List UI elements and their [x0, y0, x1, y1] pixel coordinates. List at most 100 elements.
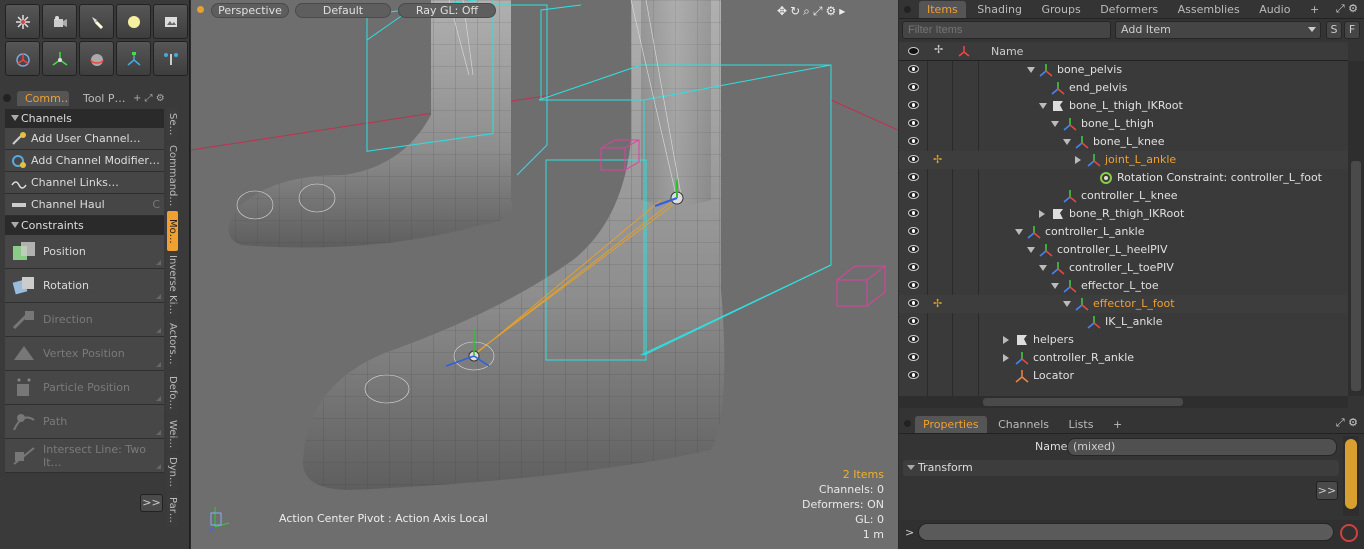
visibility-eye-icon[interactable]	[908, 263, 919, 271]
lock-pin-icon[interactable]: ✢	[933, 295, 942, 313]
record-icon[interactable]	[1340, 524, 1358, 542]
render-tool-button[interactable]	[153, 4, 188, 39]
item-row[interactable]: IK_L_ankle	[899, 313, 1348, 331]
add-props-tab-icon[interactable]: +	[1105, 416, 1130, 433]
visibility-eye-icon[interactable]	[908, 299, 919, 307]
view-type-dropdown[interactable]: Perspective	[211, 3, 289, 18]
tab-tool-properties[interactable]: Tool P…	[75, 91, 127, 106]
vtab-actors[interactable]: Actors…	[167, 319, 178, 369]
visibility-eye-icon[interactable]	[908, 155, 919, 163]
visibility-eye-icon[interactable]	[908, 191, 919, 199]
transform-section-header[interactable]: Transform	[903, 460, 1339, 476]
expand-arrow-icon[interactable]	[1003, 336, 1013, 344]
orbit-icon[interactable]: ↻	[790, 4, 803, 18]
props-window-controls-icon[interactable]: ⤢ ⚙	[1336, 416, 1358, 430]
lock-pin-icon[interactable]: ✢	[933, 151, 942, 169]
sun-tool-button[interactable]	[116, 4, 151, 39]
tab-deformers[interactable]: Deformers	[1092, 1, 1166, 18]
visibility-eye-icon[interactable]	[908, 83, 919, 91]
panel-controls-icon[interactable]: + ⤢ ⚙	[133, 93, 165, 104]
visibility-eye-icon[interactable]	[908, 317, 919, 325]
f-button[interactable]: F	[1344, 21, 1360, 39]
select-tool-button[interactable]	[5, 4, 40, 39]
collapse-arrow-icon[interactable]	[1027, 67, 1035, 77]
item-row[interactable]: bone_pelvis	[899, 61, 1348, 79]
item-row[interactable]: effector_L_toe	[899, 277, 1348, 295]
item-row[interactable]: controller_L_toePIV	[899, 259, 1348, 277]
tab-channels[interactable]: Channels	[990, 416, 1057, 433]
expand-arrow-icon[interactable]	[1075, 156, 1085, 164]
raygl-toggle[interactable]: Ray GL: Off	[398, 3, 496, 18]
item-row[interactable]: bone_R_thigh_IKRoot	[899, 205, 1348, 223]
item-row[interactable]: Rotation Constraint: controller_L_foot	[899, 169, 1348, 187]
vtab-setup[interactable]: Se…	[167, 107, 178, 141]
more-commands-button[interactable]: >>	[140, 494, 163, 512]
lock-column-icon[interactable]: ✢	[934, 43, 943, 56]
pan-icon[interactable]: ✥	[777, 4, 790, 18]
item-row[interactable]: controller_L_knee	[899, 187, 1348, 205]
filter-items-input[interactable]	[902, 21, 1111, 39]
tab-items[interactable]: Items	[919, 1, 966, 18]
name-property-field[interactable]: (mixed)	[1067, 438, 1337, 456]
visibility-column-icon[interactable]	[908, 47, 919, 55]
s-button[interactable]: S	[1326, 21, 1342, 39]
camera-tool-button[interactable]	[42, 4, 77, 39]
light-tool-button[interactable]	[79, 4, 114, 39]
element-move-tool-button[interactable]	[153, 41, 188, 76]
collapse-arrow-icon[interactable]	[1039, 103, 1047, 113]
panel-window-controls-icon[interactable]: ⤢ ⚙	[1336, 2, 1358, 16]
constraints-section-header[interactable]: Constraints	[5, 216, 164, 235]
tab-lists[interactable]: Lists	[1061, 416, 1102, 433]
transform-tool-button[interactable]	[42, 41, 77, 76]
visibility-eye-icon[interactable]	[908, 371, 919, 379]
visibility-eye-icon[interactable]	[908, 119, 919, 127]
zoom-icon[interactable]: ⌕	[803, 4, 813, 18]
position-constraint-button[interactable]: Position	[5, 235, 164, 269]
panel-menu-dot-icon[interactable]	[3, 94, 11, 102]
items-hscrollbar-thumb[interactable]	[983, 398, 1183, 406]
shading-style-dropdown[interactable]: Default	[295, 3, 391, 18]
move-tool-button[interactable]	[5, 41, 40, 76]
item-row[interactable]: ✢ effector_L_foot	[899, 295, 1348, 313]
items-scrollbar-thumb[interactable]	[1351, 161, 1361, 391]
vtab-weights[interactable]: Wei…	[167, 417, 178, 451]
tab-commands[interactable]: Comm…	[17, 90, 69, 106]
more-properties-button[interactable]: >>	[1316, 481, 1338, 500]
item-row[interactable]: bone_L_knee	[899, 133, 1348, 151]
tab-properties[interactable]: Properties	[915, 416, 987, 433]
items-scrollbar[interactable]	[1348, 61, 1364, 396]
collapse-arrow-icon[interactable]	[1063, 301, 1071, 311]
collapse-arrow-icon[interactable]	[1039, 265, 1047, 275]
bone-column-icon[interactable]	[958, 45, 970, 57]
vtab-inverse-kinematics[interactable]: Inverse Ki…	[167, 253, 178, 317]
visibility-eye-icon[interactable]	[908, 101, 919, 109]
add-channel-modifier-button[interactable]: Add Channel Modifier…	[5, 150, 164, 172]
visibility-eye-icon[interactable]	[908, 65, 919, 73]
viewport-menu-dot-icon[interactable]	[197, 6, 204, 13]
props-panel-menu-icon[interactable]	[904, 420, 911, 427]
channels-section-header[interactable]: Channels	[5, 109, 164, 128]
item-row[interactable]: controller_R_ankle	[899, 349, 1348, 367]
collapse-arrow-icon[interactable]	[1063, 139, 1071, 149]
visibility-eye-icon[interactable]	[908, 281, 919, 289]
rotate-tool-button[interactable]	[79, 41, 114, 76]
vtab-modifiers[interactable]: Mo…	[167, 211, 178, 251]
properties-scrollbar[interactable]	[1343, 436, 1359, 516]
visibility-eye-icon[interactable]	[908, 173, 919, 181]
properties-scrollbar-thumb[interactable]	[1345, 439, 1357, 509]
visibility-eye-icon[interactable]	[908, 209, 919, 217]
item-row[interactable]: helpers	[899, 331, 1348, 349]
command-input[interactable]	[918, 523, 1334, 541]
item-row[interactable]: bone_L_thigh_IKRoot	[899, 97, 1348, 115]
collapse-arrow-icon[interactable]	[1051, 121, 1059, 131]
expand-arrow-icon[interactable]	[1039, 210, 1049, 218]
scale-tool-button[interactable]	[116, 41, 151, 76]
item-row[interactable]: ✢ joint_L_ankle	[899, 151, 1348, 169]
visibility-eye-icon[interactable]	[908, 227, 919, 235]
items-panel-menu-icon[interactable]	[904, 6, 911, 13]
tab-assemblies[interactable]: Assemblies	[1170, 1, 1248, 18]
item-row[interactable]: bone_L_thigh	[899, 115, 1348, 133]
vtab-command[interactable]: Command…	[167, 143, 178, 209]
visibility-eye-icon[interactable]	[908, 353, 919, 361]
item-row[interactable]: Locator	[899, 367, 1348, 385]
